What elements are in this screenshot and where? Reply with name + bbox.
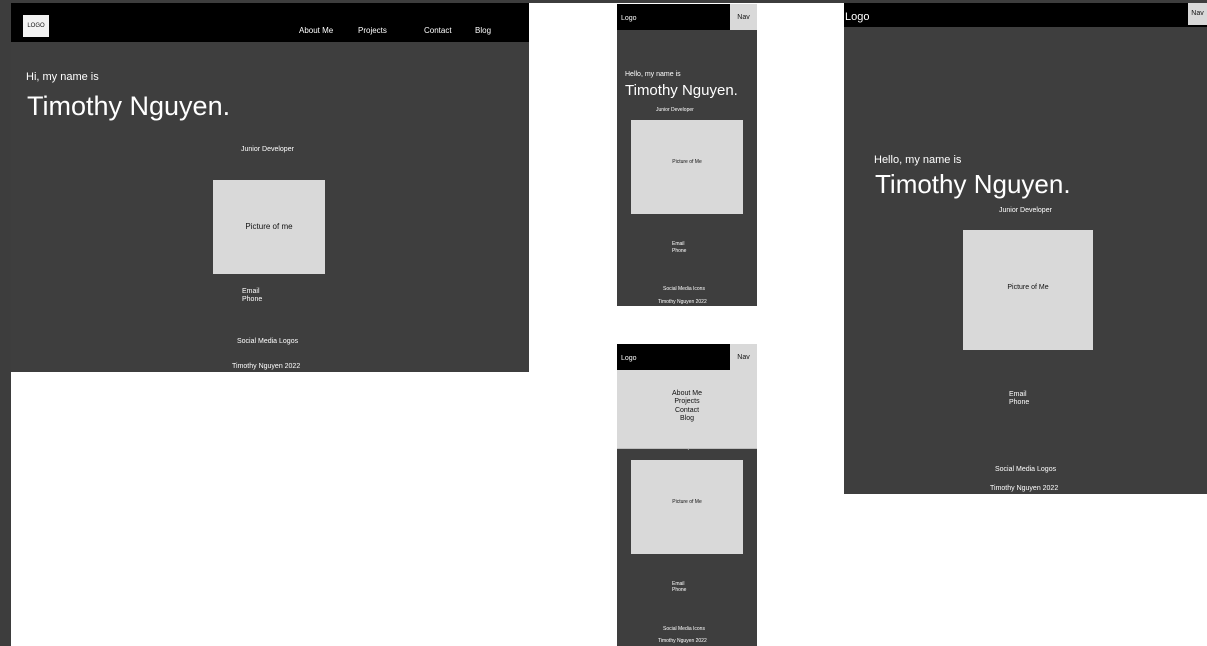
mobile-open-picture-placeholder: Picture of Me xyxy=(631,460,743,554)
desktop-name: Timothy Nguyen. xyxy=(27,91,231,121)
tablet-footer: Timothy Nguyen 2022 xyxy=(990,485,1059,492)
mobile-contact-phone[interactable]: Phone xyxy=(672,248,686,254)
mobile-open-nav-toggle[interactable]: Nav xyxy=(730,344,757,370)
tablet-contact-phone[interactable]: Phone xyxy=(1009,399,1029,406)
mobile-name: Timothy Nguyen. xyxy=(625,82,738,99)
mobile-menu-item-blog[interactable]: Blog xyxy=(617,415,757,422)
desktop-role: Junior Developer xyxy=(241,146,294,153)
desktop-contact-phone[interactable]: Phone xyxy=(242,296,262,303)
mobile-social-icons[interactable]: Social Media Icons xyxy=(663,286,705,292)
tablet-role: Junior Developer xyxy=(999,207,1052,214)
desktop-frame: LOGO About Me Projects Contact Blog Hi, … xyxy=(11,3,529,372)
desktop-social-logos[interactable]: Social Media Logos xyxy=(237,338,298,345)
canvas-left-strip xyxy=(0,0,11,646)
mobile-nav-toggle[interactable]: Nav xyxy=(730,4,757,30)
mobile-greeting: Hello, my name is xyxy=(625,71,681,78)
tablet-social-logos[interactable]: Social Media Logos xyxy=(995,466,1056,473)
mobile-open-frame: Logo Nav Junior Developer About Me Proje… xyxy=(617,344,757,646)
desktop-contact-email[interactable]: Email xyxy=(242,288,260,295)
desktop-nav-link-blog[interactable]: Blog xyxy=(475,26,491,35)
mobile-menu-item-about[interactable]: About Me xyxy=(617,390,757,397)
mobile-menu-item-projects[interactable]: Projects xyxy=(617,398,757,405)
tablet-greeting: Hello, my name is xyxy=(874,154,962,166)
mobile-open-logo[interactable]: Logo xyxy=(621,355,637,362)
desktop-nav-link-contact[interactable]: Contact xyxy=(424,26,452,35)
mobile-picture-placeholder: Picture of Me xyxy=(631,120,743,214)
desktop-greeting: Hi, my name is xyxy=(26,71,99,83)
tablet-frame: Logo Nav Hello, my name is Timothy Nguye… xyxy=(844,3,1207,494)
tablet-nav-toggle[interactable]: Nav xyxy=(1188,3,1207,25)
tablet-nav-bar xyxy=(844,3,1207,27)
mobile-menu-item-contact[interactable]: Contact xyxy=(617,407,757,414)
desktop-nav-link-about[interactable]: About Me xyxy=(299,26,333,35)
tablet-contact-email[interactable]: Email xyxy=(1009,391,1027,398)
tablet-name: Timothy Nguyen. xyxy=(875,169,1071,199)
mobile-contact-email[interactable]: Email xyxy=(672,241,685,247)
desktop-logo[interactable]: LOGO xyxy=(23,15,49,37)
desktop-nav-bar xyxy=(11,3,529,42)
mobile-open-social-icons[interactable]: Social Media Icons xyxy=(663,626,705,632)
desktop-footer: Timothy Nguyen 2022 xyxy=(232,363,301,370)
mobile-role: Junior Developer xyxy=(656,107,694,113)
mobile-logo[interactable]: Logo xyxy=(621,15,637,22)
tablet-logo[interactable]: Logo xyxy=(845,11,869,23)
mobile-nav-menu: About Me Projects Contact Blog xyxy=(617,370,757,449)
tablet-picture-placeholder: Picture of Me xyxy=(963,230,1093,350)
mobile-open-footer: Timothy Nguyen 2022 xyxy=(658,638,707,644)
mobile-footer: Timothy Nguyen 2022 xyxy=(658,299,707,305)
desktop-nav-link-projects[interactable]: Projects xyxy=(358,26,387,35)
mobile-frame: Logo Nav Hello, my name is Timothy Nguye… xyxy=(617,4,757,306)
desktop-picture-placeholder: Picture of me xyxy=(213,180,325,274)
mobile-open-contact-phone[interactable]: Phone xyxy=(672,587,686,593)
